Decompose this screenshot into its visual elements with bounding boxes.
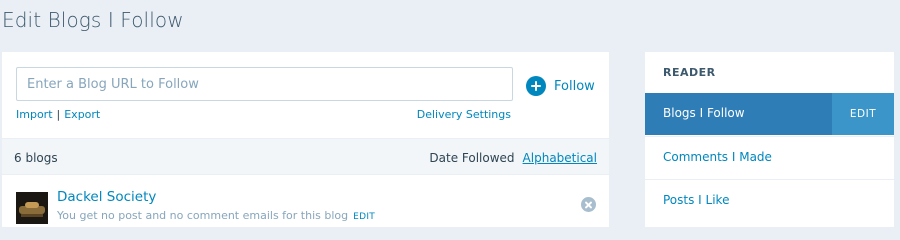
sidebar-item-label: Comments I Made <box>663 150 772 164</box>
remove-blog-icon[interactable] <box>581 197 596 212</box>
list-header: 6 blogs Date Followed Alphabetical <box>2 138 609 175</box>
reader-sidebar: READER Blogs I Follow EDIT Comments I Ma… <box>645 52 894 227</box>
sort-date-followed[interactable]: Date Followed <box>429 151 514 165</box>
sidebar-item-label: Blogs I Follow <box>663 106 745 120</box>
sidebar-heading: READER <box>663 66 716 79</box>
blog-subtitle: You get no post and no comment emails fo… <box>57 209 349 222</box>
sidebar-item-blogs-i-follow[interactable]: Blogs I Follow EDIT <box>645 93 894 135</box>
follow-button-label: Follow <box>554 78 595 94</box>
main-card: Follow Import|Export Delivery Settings 6… <box>2 52 609 227</box>
blog-count: 6 blogs <box>14 151 58 165</box>
sidebar-item-posts-i-like[interactable]: Posts I Like <box>645 179 894 221</box>
sidebar-edit-button[interactable]: EDIT <box>832 93 894 135</box>
blog-url-input[interactable] <box>16 67 513 101</box>
import-export-links: Import | Export <box>16 108 100 121</box>
sort-alphabetical[interactable]: Alphabetical <box>523 151 597 165</box>
sort-options: Date Followed Alphabetical <box>429 151 597 165</box>
import-link[interactable]: Import <box>16 108 53 121</box>
plus-circle-icon <box>526 76 546 96</box>
sidebar-item-comments-i-made[interactable]: Comments I Made <box>645 136 894 178</box>
delivery-settings-link[interactable]: Delivery Settings <box>417 108 511 121</box>
blog-name-link[interactable]: Dackel Society <box>57 189 156 205</box>
list-item: Dackel Society You get no post and no co… <box>2 183 609 227</box>
link-separator: | <box>56 108 61 121</box>
blog-edit-link[interactable]: EDIT <box>353 212 375 222</box>
sidebar-item-label: Posts I Like <box>663 193 730 207</box>
blog-email-settings: You get no post and no comment emails fo… <box>57 209 375 222</box>
export-link[interactable]: Export <box>64 108 100 121</box>
follow-button[interactable]: Follow <box>526 75 595 97</box>
page-title: Edit Blogs I Follow <box>2 8 184 32</box>
blog-avatar[interactable] <box>16 192 48 224</box>
